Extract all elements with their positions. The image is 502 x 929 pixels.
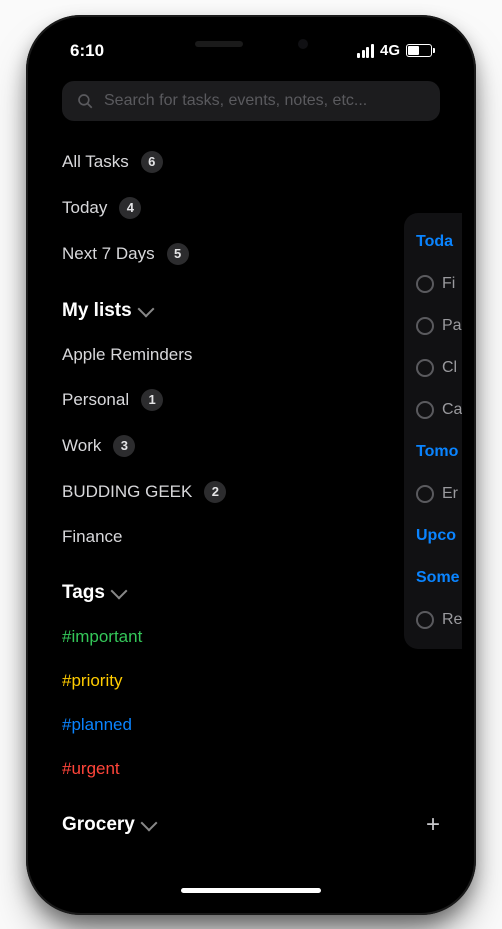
tag-label: #urgent (62, 759, 120, 779)
side-section-header: Some (416, 569, 462, 587)
smart-list-today[interactable]: Today 4 (62, 185, 440, 231)
section-title: My lists (62, 300, 132, 322)
side-task-item[interactable]: Ca (416, 401, 462, 419)
list-item[interactable]: BUDDING GEEK 2 (62, 469, 440, 515)
section-header-tags[interactable]: Tags + (62, 559, 440, 615)
status-right: 4G (357, 42, 432, 59)
list-item[interactable]: Apple Reminders (62, 333, 440, 377)
list-item-label: Apple Reminders (62, 345, 192, 365)
radio-icon (416, 485, 434, 503)
count-badge: 1 (141, 389, 163, 411)
side-panel[interactable]: Toda Fi Pa Cl Ca Tomo Er Upco Some Re (404, 213, 462, 649)
section-title: Grocery (62, 814, 135, 836)
count-badge: 5 (167, 243, 189, 265)
radio-icon (416, 359, 434, 377)
side-task-label: Pa (442, 317, 462, 335)
front-camera (298, 39, 308, 49)
content: Search for tasks, events, notes, etc... … (40, 73, 462, 901)
list-item[interactable]: Personal 1 (62, 377, 440, 423)
tag-item-planned[interactable]: #planned (62, 703, 440, 747)
count-badge: 4 (119, 197, 141, 219)
section-header-grocery[interactable]: Grocery + (62, 791, 440, 847)
notch (166, 29, 336, 59)
chevron-down-icon (137, 300, 154, 317)
side-task-label: Er (442, 485, 458, 503)
battery-icon (406, 44, 432, 57)
radio-icon (416, 611, 434, 629)
count-badge: 2 (204, 481, 226, 503)
smart-list-all-tasks[interactable]: All Tasks 6 (62, 139, 440, 185)
search-input[interactable]: Search for tasks, events, notes, etc... (62, 81, 440, 121)
search-icon (76, 92, 94, 110)
tag-label: #planned (62, 715, 132, 735)
side-section-header: Tomo (416, 443, 462, 461)
smart-list-label: All Tasks (62, 152, 129, 172)
list-item-label: BUDDING GEEK (62, 482, 192, 502)
radio-icon (416, 317, 434, 335)
side-task-item[interactable]: Pa (416, 317, 462, 335)
radio-icon (416, 401, 434, 419)
side-section-header: Toda (416, 233, 462, 251)
side-task-label: Cl (442, 359, 457, 377)
radio-icon (416, 275, 434, 293)
section-title: Tags (62, 582, 105, 604)
chevron-down-icon (110, 582, 127, 599)
side-task-item[interactable]: Re (416, 611, 462, 629)
smart-list-next7[interactable]: Next 7 Days 5 (62, 231, 440, 277)
count-badge: 3 (113, 435, 135, 457)
speaker-slot (195, 41, 243, 47)
signal-icon (357, 44, 374, 58)
list-item-label: Work (62, 436, 101, 456)
screen: 6:10 4G Search for tasks, events, notes,… (40, 29, 462, 901)
count-badge: 6 (141, 151, 163, 173)
list-item[interactable]: Work 3 (62, 423, 440, 469)
side-section-header: Upco (416, 527, 462, 545)
add-grocery-button[interactable]: + (426, 813, 440, 837)
side-task-label: Re (442, 611, 462, 629)
smart-list-label: Next 7 Days (62, 244, 155, 264)
chevron-down-icon (140, 814, 157, 831)
section-header-mylists[interactable]: My lists + (62, 277, 440, 333)
side-task-item[interactable]: Fi (416, 275, 462, 293)
status-time: 6:10 (70, 41, 104, 61)
list-item[interactable]: Finance (62, 515, 440, 559)
side-task-item[interactable]: Cl (416, 359, 462, 377)
side-task-label: Ca (442, 401, 462, 419)
tag-label: #important (62, 627, 142, 647)
side-task-item[interactable]: Er (416, 485, 462, 503)
side-task-label: Fi (442, 275, 455, 293)
tag-item-important[interactable]: #important (62, 615, 440, 659)
list-item-label: Personal (62, 390, 129, 410)
home-indicator[interactable] (181, 888, 321, 893)
search-placeholder: Search for tasks, events, notes, etc... (104, 92, 367, 110)
tag-label: #priority (62, 671, 122, 691)
tag-item-urgent[interactable]: #urgent (62, 747, 440, 791)
network-label: 4G (380, 42, 400, 59)
smart-list-label: Today (62, 198, 107, 218)
tag-item-priority[interactable]: #priority (62, 659, 440, 703)
list-item-label: Finance (62, 527, 122, 547)
phone-frame: 6:10 4G Search for tasks, events, notes,… (26, 15, 476, 915)
